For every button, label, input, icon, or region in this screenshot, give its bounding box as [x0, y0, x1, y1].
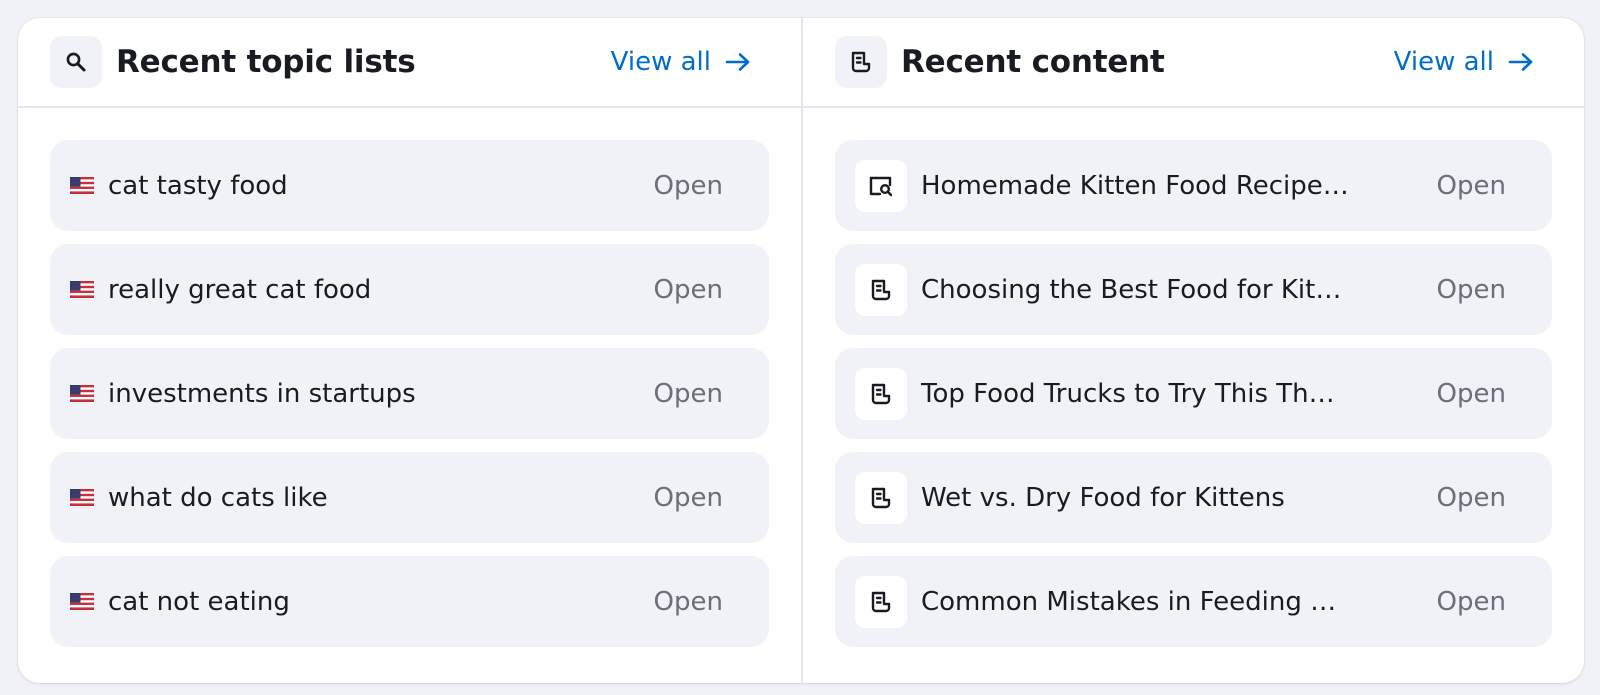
- document-icon: [855, 575, 907, 628]
- panel-title: Recent content: [901, 44, 1165, 80]
- content-list-item[interactable]: Choosing the Best Food for Kitte... Open: [835, 244, 1552, 335]
- topic-label: cat not eating: [108, 586, 290, 617]
- document-icon: [855, 367, 907, 420]
- view-all-content-link[interactable]: View all: [1394, 47, 1534, 77]
- document-search-icon: [855, 159, 907, 212]
- open-button[interactable]: Open: [1437, 587, 1506, 617]
- recent-topic-lists-panel: Recent topic lists View all cat tasty fo…: [18, 18, 801, 683]
- document-icon: [835, 36, 887, 88]
- panel-title: Recent topic lists: [116, 44, 416, 80]
- us-flag-icon: [70, 385, 94, 402]
- topic-label: investments in startups: [108, 378, 416, 409]
- view-all-label: View all: [1393, 47, 1494, 77]
- topic-list-item[interactable]: what do cats like Open: [50, 452, 769, 543]
- open-button[interactable]: Open: [1437, 379, 1506, 409]
- search-icon: [50, 36, 102, 88]
- topic-list: cat tasty food Open really great cat foo…: [18, 108, 801, 647]
- content-list: Homemade Kitten Food Recipes... Open Cho…: [803, 108, 1584, 647]
- open-button[interactable]: Open: [1437, 275, 1506, 305]
- arrow-right-icon: [725, 53, 750, 71]
- open-button[interactable]: Open: [654, 379, 723, 409]
- topic-list-item[interactable]: really great cat food Open: [50, 244, 769, 335]
- content-list-item[interactable]: Top Food Trucks to Try This Thur... Open: [835, 348, 1552, 439]
- document-icon: [855, 471, 907, 524]
- content-list-item[interactable]: Homemade Kitten Food Recipes... Open: [835, 140, 1552, 231]
- topic-list-item[interactable]: cat not eating Open: [50, 556, 769, 647]
- topic-label: what do cats like: [108, 482, 328, 513]
- us-flag-icon: [70, 281, 94, 298]
- dashboard-card: Recent topic lists View all cat tasty fo…: [18, 18, 1584, 683]
- view-all-label: View all: [610, 47, 711, 77]
- us-flag-icon: [70, 593, 94, 610]
- document-icon: [855, 263, 907, 316]
- panel-header: Recent content View all: [803, 18, 1584, 108]
- arrow-right-icon: [1508, 53, 1533, 71]
- content-title: Common Mistakes in Feeding Kit...: [921, 586, 1351, 617]
- content-title: Top Food Trucks to Try This Thur...: [921, 378, 1351, 409]
- content-title: Homemade Kitten Food Recipes...: [921, 170, 1351, 201]
- content-list-item[interactable]: Common Mistakes in Feeding Kit... Open: [835, 556, 1552, 647]
- open-button[interactable]: Open: [1437, 483, 1506, 513]
- us-flag-icon: [70, 177, 94, 194]
- view-all-topics-link[interactable]: View all: [611, 47, 751, 77]
- content-title: Wet vs. Dry Food for Kittens: [921, 482, 1285, 513]
- open-button[interactable]: Open: [654, 587, 723, 617]
- topic-label: really great cat food: [108, 274, 372, 305]
- open-button[interactable]: Open: [1437, 171, 1506, 201]
- topic-label: cat tasty food: [108, 170, 288, 201]
- topic-list-item[interactable]: investments in startups Open: [50, 348, 769, 439]
- recent-content-panel: Recent content View all Homemade Kitten …: [801, 18, 1584, 683]
- us-flag-icon: [70, 489, 94, 506]
- open-button[interactable]: Open: [654, 483, 723, 513]
- open-button[interactable]: Open: [654, 171, 723, 201]
- content-title: Choosing the Best Food for Kitte...: [921, 274, 1351, 305]
- topic-list-item[interactable]: cat tasty food Open: [50, 140, 769, 231]
- content-list-item[interactable]: Wet vs. Dry Food for Kittens Open: [835, 452, 1552, 543]
- open-button[interactable]: Open: [654, 275, 723, 305]
- panel-header: Recent topic lists View all: [18, 18, 801, 108]
